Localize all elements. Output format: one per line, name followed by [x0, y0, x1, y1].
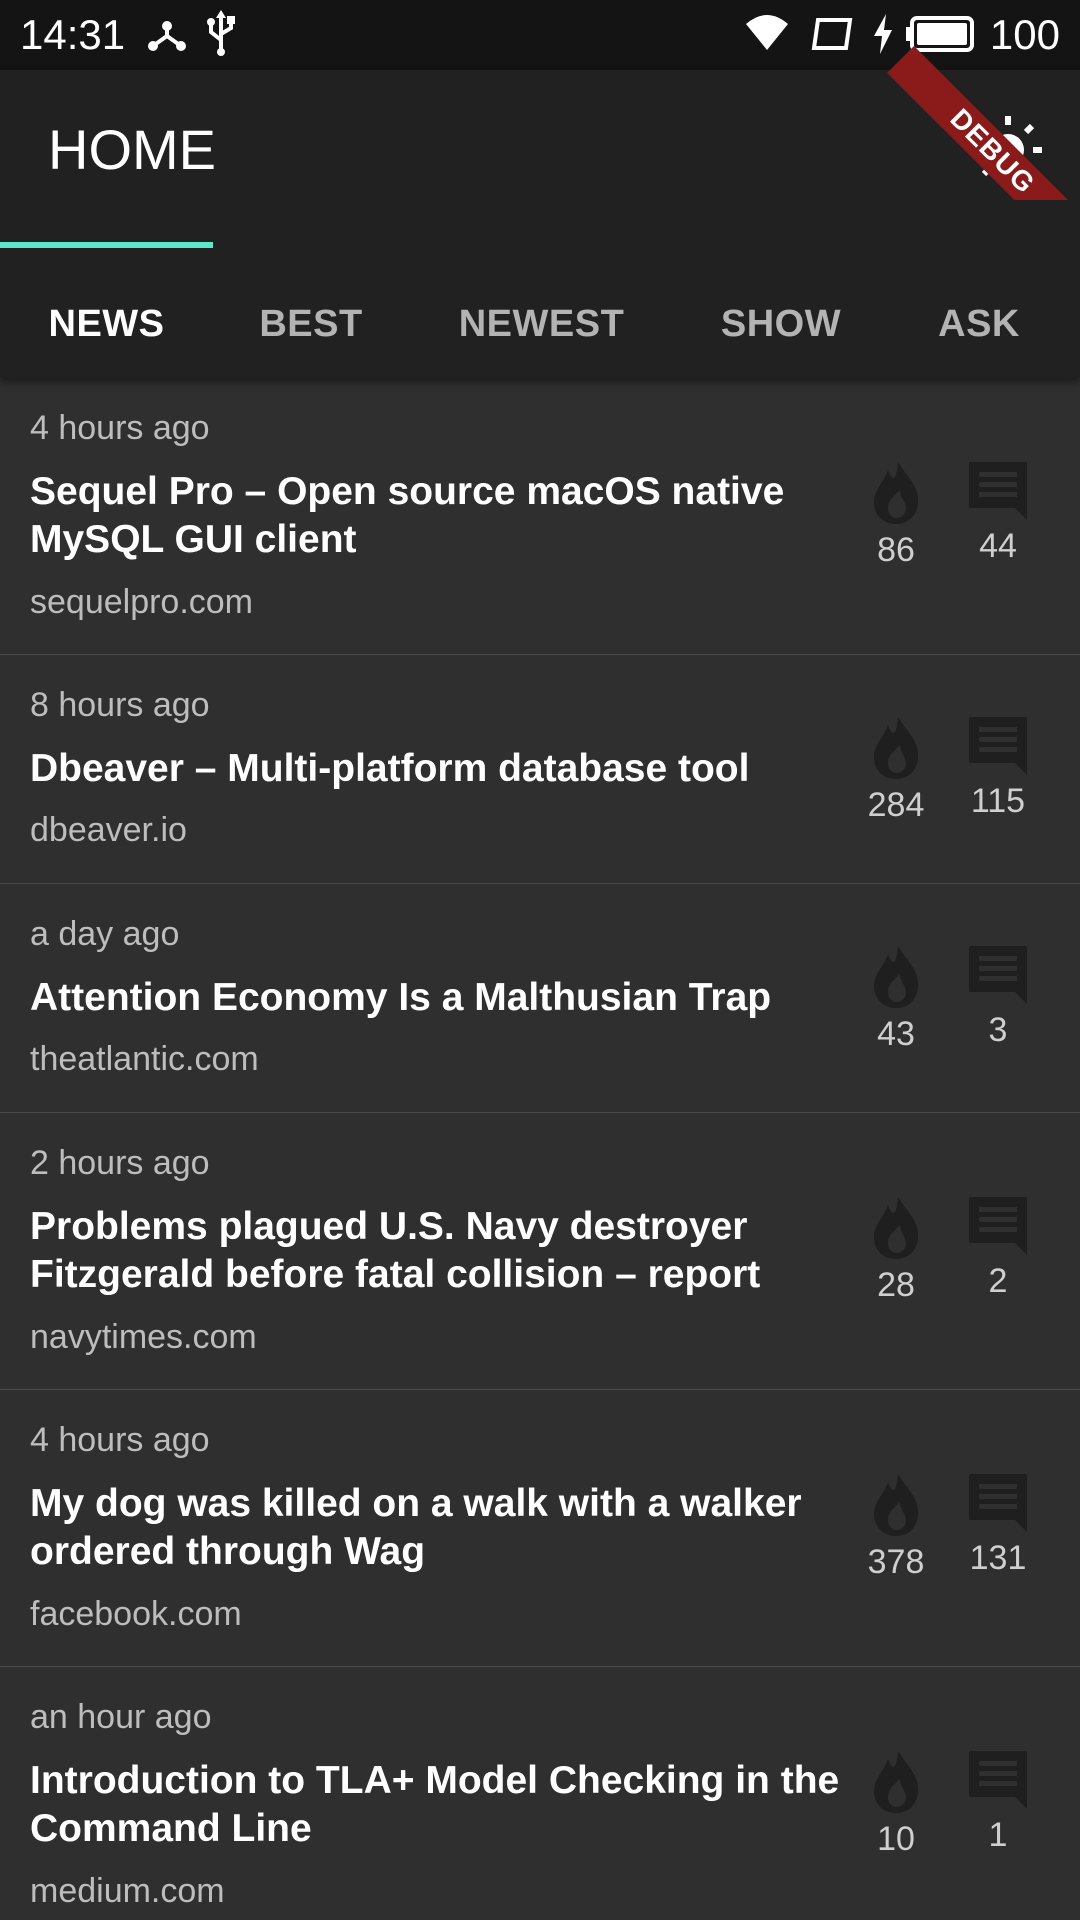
tab-newest[interactable]: NEWEST [409, 270, 674, 378]
status-time: 14:31 [20, 11, 126, 58]
list-item[interactable]: 2 hours ago Problems plagued U.S. Navy d… [0, 1113, 1080, 1390]
sun-icon[interactable] [972, 114, 1044, 186]
story-time: a day ago [30, 915, 180, 953]
status-bar: 14:31 100 [0, 0, 1080, 70]
list-item[interactable]: 4 hours ago Sequel Pro – Open source mac… [0, 378, 1080, 655]
screen-rotation-icon [811, 18, 853, 50]
tab-best[interactable]: BEST [213, 270, 409, 378]
battery-level: 100 [989, 11, 1060, 58]
story-title[interactable]: My dog was killed on a walk with a walke… [30, 1480, 850, 1576]
wifi-icon [746, 15, 788, 50]
story-title[interactable]: Dbeaver – Multi-platform database tool [30, 745, 850, 793]
score-stat: 10 [841, 1749, 951, 1859]
story-title[interactable]: Sequel Pro – Open source macOS native My… [30, 468, 850, 564]
battery-icon [906, 16, 974, 52]
tab-show[interactable]: SHOW [674, 270, 888, 378]
flame-icon [874, 1197, 919, 1259]
comments-stat[interactable]: 44 [943, 460, 1053, 566]
list-item[interactable]: an hour ago Introduction to TLA+ Model C… [0, 1667, 1080, 1920]
comment-icon [969, 717, 1027, 775]
comments-count: 1 [988, 1816, 1008, 1854]
tab-ask[interactable]: ASK [888, 270, 1070, 378]
comments-stat[interactable]: 2 [943, 1195, 1053, 1301]
story-domain: navytimes.com [30, 1318, 257, 1356]
story-domain: sequelpro.com [30, 583, 254, 621]
list-item[interactable]: 4 hours ago My dog was killed on a walk … [0, 1390, 1080, 1667]
comment-icon [969, 946, 1027, 1004]
story-title[interactable]: Introduction to TLA+ Model Checking in t… [30, 1757, 850, 1853]
score-stat: 43 [841, 944, 951, 1054]
story-domain: medium.com [30, 1872, 225, 1910]
story-time: an hour ago [30, 1698, 212, 1736]
comments-count: 44 [979, 527, 1017, 565]
usb-icon [207, 10, 235, 56]
story-time: 8 hours ago [30, 686, 210, 724]
story-time: 4 hours ago [30, 1421, 210, 1459]
comment-icon [969, 1197, 1027, 1255]
story-title[interactable]: Problems plagued U.S. Navy destroyer Fit… [30, 1203, 850, 1299]
story-list: 4 hours ago Sequel Pro – Open source mac… [0, 378, 1080, 1920]
comments-count: 3 [988, 1011, 1008, 1049]
tab-indicator [0, 242, 213, 248]
story-domain: dbeaver.io [30, 811, 187, 849]
story-domain: theatlantic.com [30, 1040, 259, 1078]
score-count: 378 [867, 1543, 925, 1581]
comment-icon [969, 462, 1027, 520]
comments-count: 2 [988, 1262, 1008, 1300]
app-bar: HOME NEWS BEST NEWEST SHOW ASK [0, 70, 1080, 378]
comments-stat[interactable]: 1 [943, 1749, 1053, 1855]
score-stat: 378 [841, 1472, 951, 1582]
score-count: 284 [867, 786, 925, 824]
charging-icon [874, 14, 892, 54]
score-count: 43 [877, 1015, 915, 1053]
comment-icon [969, 1751, 1027, 1809]
tab-bar: NEWS BEST NEWEST SHOW ASK [0, 270, 1080, 378]
list-item[interactable]: a day ago Attention Economy Is a Malthus… [0, 884, 1080, 1113]
story-title[interactable]: Attention Economy Is a Malthusian Trap [30, 974, 850, 1022]
score-count: 10 [877, 1820, 915, 1858]
tab-news[interactable]: NEWS [0, 270, 213, 378]
score-stat: 284 [841, 715, 951, 825]
score-stat: 28 [841, 1195, 951, 1305]
flame-icon [874, 946, 919, 1008]
score-count: 86 [877, 531, 915, 569]
flame-icon [874, 462, 919, 524]
score-count: 28 [877, 1266, 915, 1304]
comment-icon [969, 1474, 1027, 1532]
list-item[interactable]: 8 hours ago Dbeaver – Multi-platform dat… [0, 655, 1080, 884]
network-hub-icon [148, 21, 186, 51]
flame-icon [874, 717, 919, 779]
flame-icon [874, 1751, 919, 1813]
comments-stat[interactable]: 115 [943, 715, 1053, 821]
story-time: 2 hours ago [30, 1144, 210, 1182]
story-time: 4 hours ago [30, 409, 210, 447]
comments-stat[interactable]: 3 [943, 944, 1053, 1050]
page-title: HOME [48, 118, 216, 181]
comments-count: 115 [970, 782, 1026, 820]
comments-stat[interactable]: 131 [943, 1472, 1053, 1578]
comments-count: 131 [969, 1539, 1027, 1577]
story-domain: facebook.com [30, 1595, 242, 1633]
flame-icon [874, 1474, 919, 1536]
score-stat: 86 [841, 460, 951, 570]
